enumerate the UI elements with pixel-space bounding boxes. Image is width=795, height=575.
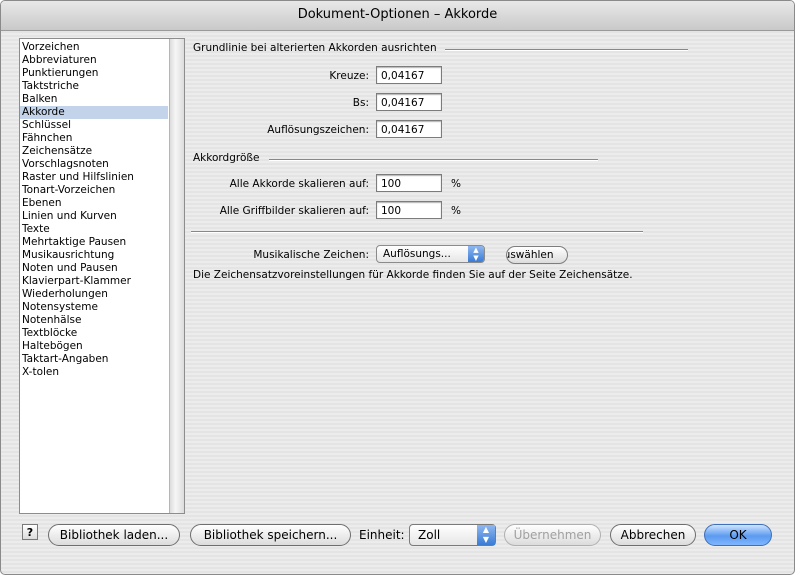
kreuze-label: Kreuze: bbox=[329, 70, 369, 82]
load-library-button[interactable]: Bibliothek laden... bbox=[48, 524, 180, 546]
category-scrollbar[interactable] bbox=[169, 39, 184, 513]
sidebar-item[interactable]: Akkorde bbox=[20, 106, 168, 119]
category-list[interactable]: Vorzeichen Abbreviaturen Punktierungen Takt… bbox=[19, 38, 185, 514]
sidebar-item[interactable]: Taktart-Angaben bbox=[20, 353, 168, 366]
help-button[interactable]: ? bbox=[22, 524, 38, 540]
ok-button[interactable]: OK bbox=[704, 524, 772, 546]
sidebar-item[interactable]: Abbreviaturen bbox=[20, 54, 168, 67]
aufloesungszeichen-field[interactable]: 0,04167 bbox=[376, 120, 442, 138]
sidebar-item[interactable]: Taktstriche bbox=[20, 80, 168, 93]
sidebar-item[interactable]: Ebenen bbox=[20, 197, 168, 210]
sidebar-item[interactable]: Musikausrichtung bbox=[20, 249, 168, 262]
window-title: Dokument-Optionen – Akkorde bbox=[297, 7, 498, 22]
dialog-window: Dokument-Optionen – Akkorde Vorzeichen Ab… bbox=[0, 0, 795, 575]
sidebar-item[interactable]: Mehrtaktige Pausen bbox=[20, 236, 168, 249]
musical-characters-label: Musikalische Zeichen: bbox=[253, 249, 369, 261]
choose-button-label: Auswählen bbox=[507, 249, 554, 261]
akkorde-percent-unit: % bbox=[451, 178, 461, 190]
sidebar-item[interactable]: Schlüssel bbox=[20, 119, 168, 132]
griffbilder-scale-label: Alle Griffbilder skalieren auf: bbox=[219, 205, 369, 217]
music-divider bbox=[191, 231, 643, 233]
musical-characters-popup-value: Auflösungs... bbox=[383, 248, 451, 260]
title-bar[interactable]: Dokument-Optionen – Akkorde bbox=[1, 1, 794, 31]
sidebar-item[interactable]: Vorzeichen bbox=[20, 41, 168, 54]
kreuze-field[interactable]: 0,04167 bbox=[376, 66, 442, 84]
baseline-section-title: Grundlinie bei alterierten Akkorden ausr… bbox=[193, 42, 437, 54]
font-settings-info: Die Zeichensatzvoreinstellungen für Akko… bbox=[193, 269, 633, 281]
unit-popup-arrows-icon: ▲ ▼ bbox=[477, 525, 495, 545]
sidebar-item[interactable]: X-tolen bbox=[20, 366, 168, 379]
sidebar-item[interactable]: Balken bbox=[20, 93, 168, 106]
sidebar-item[interactable]: Zeichensätze bbox=[20, 145, 168, 158]
unit-popup[interactable]: Zoll ▲ ▼ bbox=[409, 524, 496, 546]
apply-button[interactable]: Übernehmen bbox=[504, 524, 601, 546]
sidebar-item[interactable]: Wiederholungen bbox=[20, 288, 168, 301]
size-section-title: Akkordgröße bbox=[193, 152, 260, 164]
size-divider bbox=[269, 159, 598, 161]
sidebar-item[interactable]: Noten und Pausen bbox=[20, 262, 168, 275]
unit-popup-value: Zoll bbox=[418, 528, 441, 542]
category-items: Vorzeichen Abbreviaturen Punktierungen Takt… bbox=[20, 39, 184, 379]
sidebar-item[interactable]: Notensysteme bbox=[20, 301, 168, 314]
sidebar-item[interactable]: Textblöcke bbox=[20, 327, 168, 340]
akkorde-scale-field[interactable]: 100 bbox=[376, 174, 442, 192]
sidebar-item[interactable]: Klavierpart-Klammer bbox=[20, 275, 168, 288]
bs-field[interactable]: 0,04167 bbox=[376, 93, 442, 111]
sidebar-item[interactable]: Vorschlagsnoten bbox=[20, 158, 168, 171]
choose-button[interactable]: Auswählen bbox=[506, 246, 568, 264]
sidebar-item[interactable]: Fähnchen bbox=[20, 132, 168, 145]
sidebar-item[interactable]: Notenhälse bbox=[20, 314, 168, 327]
aufloesungszeichen-label: Auflösungszeichen: bbox=[267, 124, 369, 136]
cancel-button[interactable]: Abbrechen bbox=[610, 524, 696, 546]
unit-label: Einheit: bbox=[359, 528, 405, 542]
sidebar-item[interactable]: Punktierungen bbox=[20, 67, 168, 80]
sidebar-item[interactable]: Linien und Kurven bbox=[20, 210, 168, 223]
musical-characters-popup[interactable]: Auflösungs... ▲ ▼ bbox=[376, 245, 485, 263]
sidebar-item[interactable]: Texte bbox=[20, 223, 168, 236]
save-library-button[interactable]: Bibliothek speichern... bbox=[190, 524, 351, 546]
sidebar-item[interactable]: Raster und Hilfslinien bbox=[20, 171, 168, 184]
akkorde-scale-label: Alle Akkorde skalieren auf: bbox=[229, 178, 369, 190]
popup-arrows-icon: ▲ ▼ bbox=[468, 246, 484, 262]
baseline-divider bbox=[445, 49, 688, 51]
griffbilder-percent-unit: % bbox=[451, 205, 461, 217]
sidebar-item[interactable]: Haltebögen bbox=[20, 340, 168, 353]
griffbilder-scale-field[interactable]: 100 bbox=[376, 201, 442, 219]
sidebar-item[interactable]: Tonart-Vorzeichen bbox=[20, 184, 168, 197]
bs-label: Bs: bbox=[352, 97, 369, 109]
